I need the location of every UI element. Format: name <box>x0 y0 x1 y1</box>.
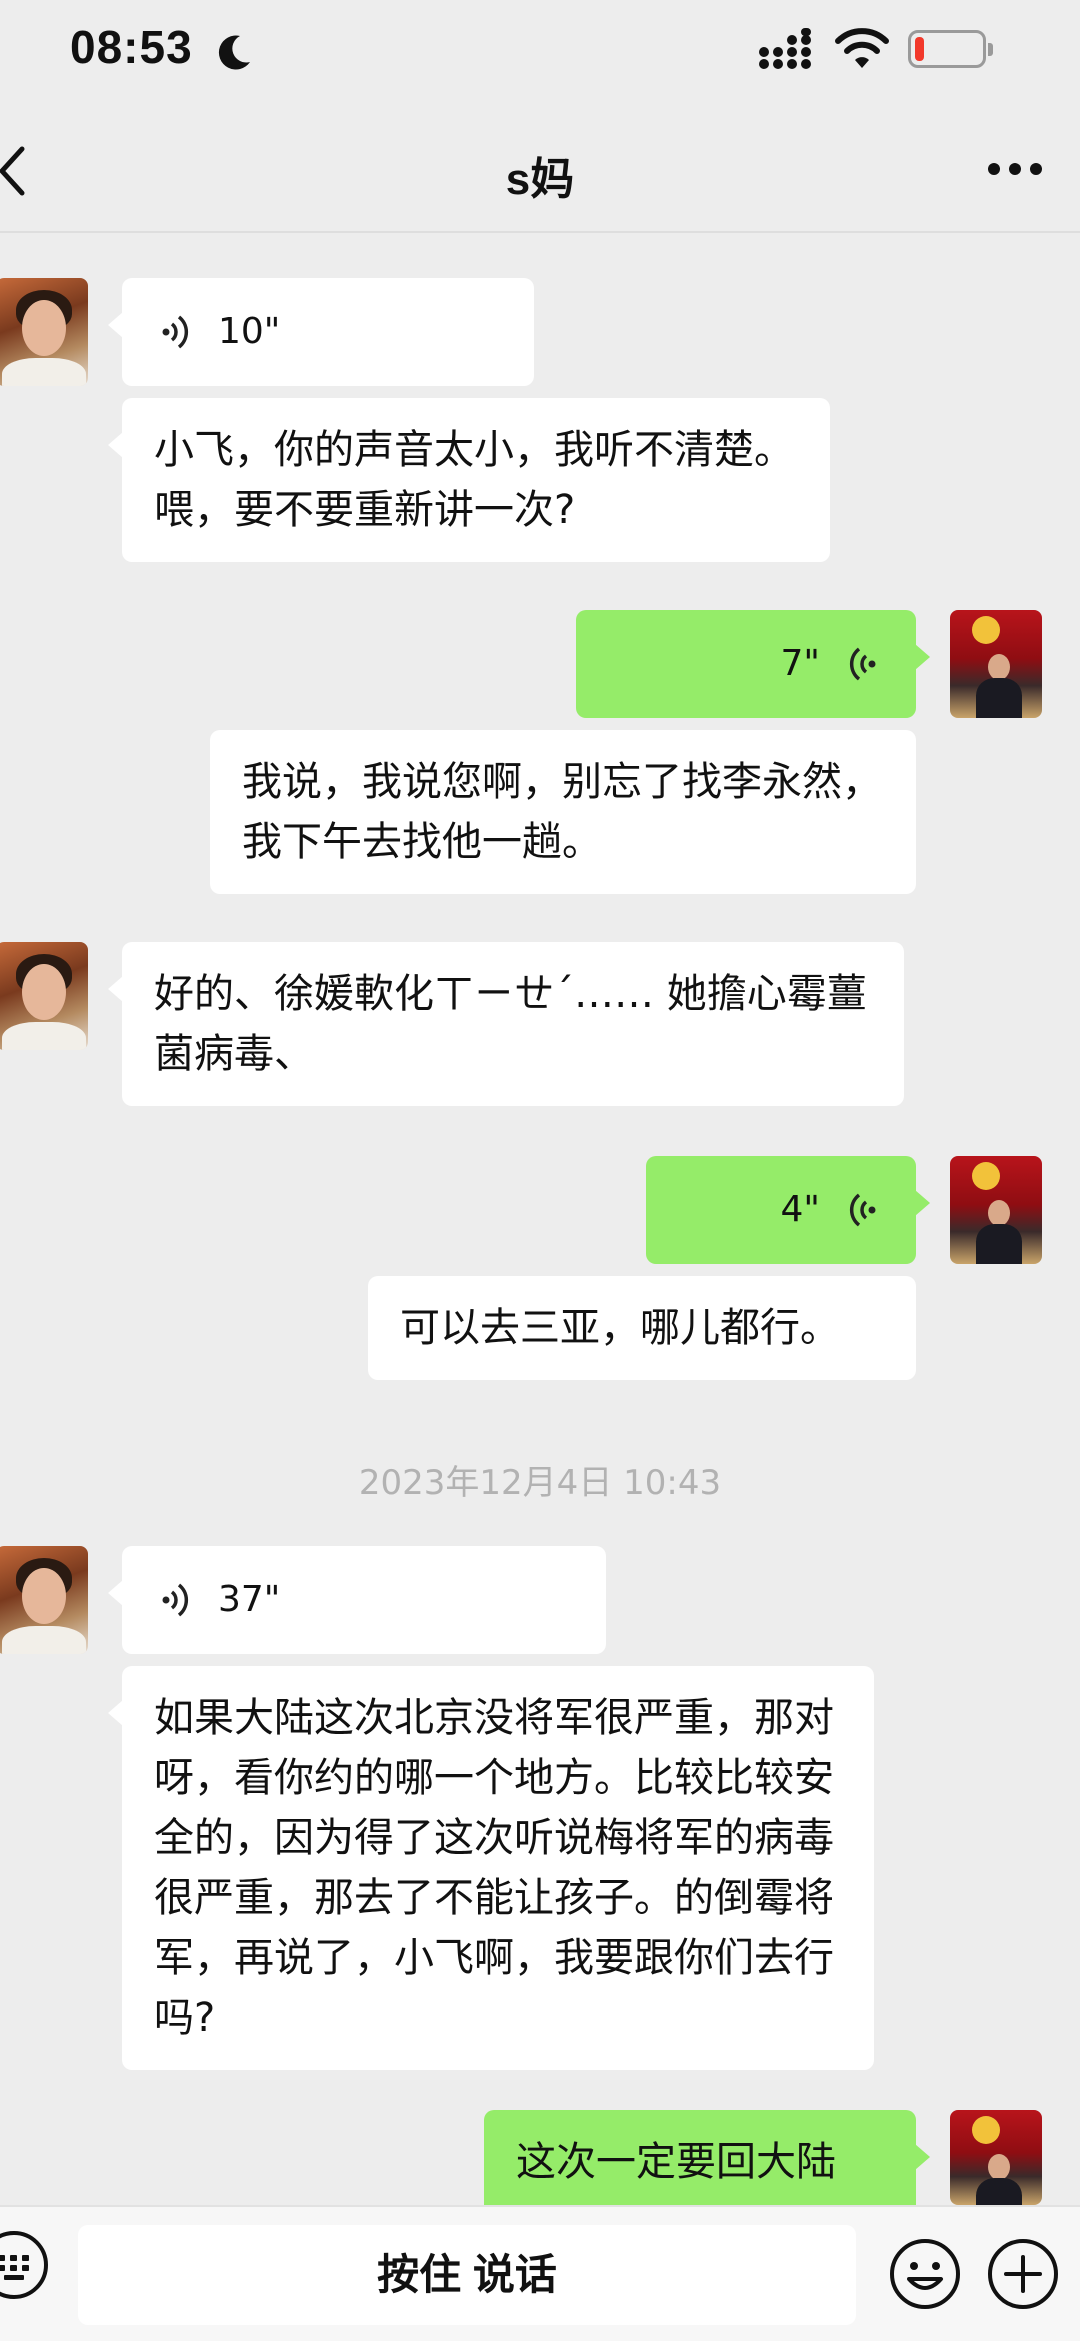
contact-avatar[interactable] <box>0 942 88 1050</box>
my-avatar[interactable] <box>950 1156 1042 1264</box>
text-message[interactable]: 小飞，你的声音太小，我听不清楚。喂，要不要重新讲一次? <box>108 398 830 562</box>
voice-duration: 7" <box>780 643 820 684</box>
voice-duration: 4" <box>780 1189 820 1230</box>
status-bar: 08:53 <box>0 0 1080 105</box>
input-bar: 按住 说话 <box>0 2205 1080 2341</box>
chat-title: s妈 <box>505 155 575 204</box>
keyboard-icon[interactable] <box>0 2229 50 2301</box>
wifi-icon <box>835 28 889 68</box>
voice-duration: 10" <box>218 311 281 352</box>
voice-message[interactable]: 37" <box>108 1546 606 1654</box>
emoji-icon[interactable] <box>888 2237 962 2311</box>
contact-avatar[interactable] <box>0 1546 88 1654</box>
text-message[interactable]: 可以去三亚，哪儿都行。 <box>368 1276 916 1380</box>
text-message[interactable]: 如果大陆这次北京没将军很严重，那对呀，看你约的哪一个地方。比较比较安全的，因为得… <box>108 1666 874 2070</box>
voice-wave-icon <box>849 647 876 681</box>
voice-wave-icon <box>849 1193 876 1227</box>
signal-icon <box>759 28 811 69</box>
plus-icon[interactable] <box>986 2237 1060 2311</box>
battery-icon <box>908 30 993 68</box>
hold-to-talk-button[interactable]: 按住 说话 <box>78 2225 856 2325</box>
my-avatar[interactable] <box>950 2110 1042 2205</box>
battery-level <box>915 37 924 61</box>
moon-icon <box>218 35 250 70</box>
status-time: 08:53 <box>70 21 193 73</box>
my-avatar[interactable] <box>950 610 1042 718</box>
voice-duration: 37" <box>218 1579 281 1620</box>
text-message[interactable]: 这次一定要回大陆 <box>484 2110 930 2205</box>
more-icon[interactable] <box>988 163 1042 179</box>
voice-message[interactable]: 7" <box>576 610 930 718</box>
text-message[interactable]: 好的、徐媛軟化ㄒㄧㄝˊ…… 她擔心霉薑菌病毒、 <box>108 942 904 1106</box>
voice-wave-icon <box>162 1583 189 1617</box>
voice-wave-icon <box>162 315 189 349</box>
voice-message[interactable]: 4" <box>646 1156 930 1264</box>
text-message[interactable]: 我说，我说您啊，别忘了找李永然，我下午去找他一趟。 <box>210 730 916 894</box>
voice-message[interactable]: 10" <box>108 278 534 386</box>
chat-header: s妈 <box>0 105 1080 233</box>
contact-avatar[interactable] <box>0 278 88 386</box>
message-timestamp: 2023年12月4日 10:43 <box>358 1463 722 1503</box>
